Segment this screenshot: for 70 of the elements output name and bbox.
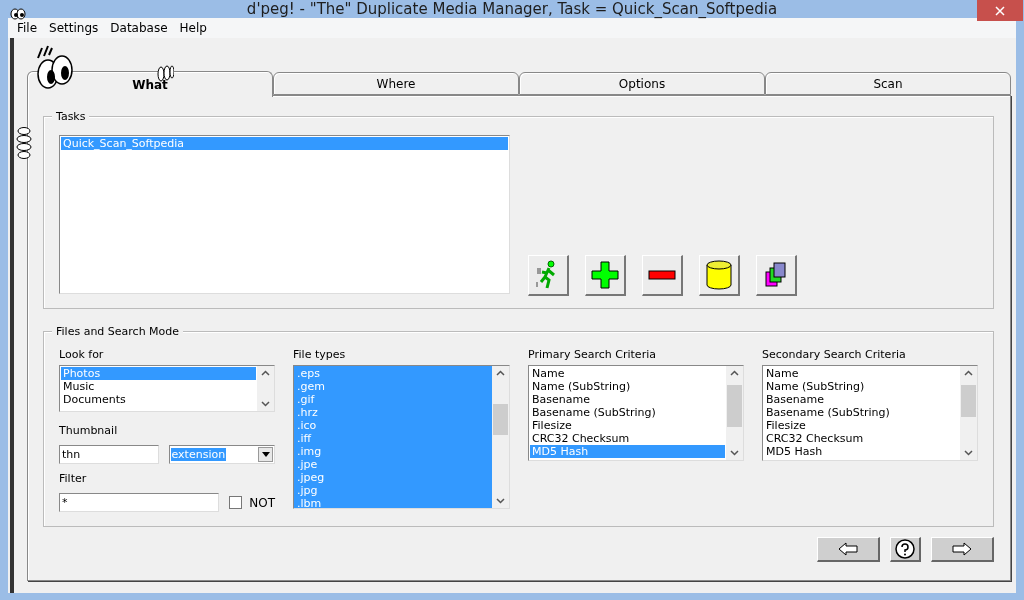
tab[interactable]: What <box>27 71 273 97</box>
checkbox-label: NOT <box>249 495 275 510</box>
right-arrow-icon <box>952 542 972 556</box>
list-item[interactable]: CRC32 Checksum <box>530 432 725 445</box>
list-box[interactable]: Photos Music Documents <box>59 365 275 412</box>
tab[interactable]: Scan <box>765 72 1011 95</box>
list-box[interactable]: Name Name (SubString) Basename Basename (SubString) Filesize CRC32 Checksum MD5 Hash <box>762 365 978 461</box>
tool-button[interactable] <box>642 255 683 296</box>
tab[interactable]: Options <box>519 72 765 95</box>
left-arrow-icon <box>838 542 858 556</box>
menu-item[interactable]: Database <box>104 21 174 35</box>
list-item[interactable]: Basename <box>764 393 959 406</box>
field-label: Filter <box>59 472 88 485</box>
scroll-down-icon[interactable] <box>730 450 739 456</box>
scroll-up-icon[interactable] <box>730 370 739 376</box>
group-title: Tasks <box>52 110 90 123</box>
list-item[interactable]: Name (SubString) <box>764 380 959 393</box>
list-item[interactable]: Basename (SubString) <box>764 406 959 419</box>
scrollbar[interactable] <box>726 366 743 460</box>
scroll-up-icon[interactable] <box>964 370 973 376</box>
scroll-down-icon[interactable] <box>496 498 505 504</box>
dropdown-arrow-icon <box>261 452 270 457</box>
list-item[interactable]: Filesize <box>530 419 725 432</box>
tab[interactable]: Where <box>273 72 519 95</box>
not-checkbox[interactable] <box>229 496 243 509</box>
help-icon <box>895 539 915 559</box>
field-label: Primary Search Criteria <box>528 348 657 361</box>
list-item[interactable]: Name <box>530 367 725 380</box>
scroll-up-icon[interactable] <box>496 370 505 376</box>
scrollbar[interactable] <box>960 366 977 460</box>
list-item[interactable]: Documents <box>61 393 256 406</box>
list-item[interactable]: Filesize <box>764 419 959 432</box>
close-icon <box>995 5 1005 16</box>
menu-item[interactable]: Help <box>173 21 213 35</box>
thumbnail-field[interactable]: thn <box>59 445 159 464</box>
field-label: Secondary Search Criteria <box>762 348 907 361</box>
field-label: File types <box>293 348 347 361</box>
menu-item[interactable]: Settings <box>43 21 105 35</box>
list-box[interactable]: Name Name (SubString) Basename Basename (SubString) Filesize CRC32 Checksum MD5 Hash <box>528 365 744 461</box>
nav-button[interactable] <box>890 537 921 562</box>
list-item[interactable]: MD5 Hash <box>764 445 959 458</box>
menu-item[interactable]: File <box>11 21 44 35</box>
list-item[interactable]: Name <box>764 367 959 380</box>
list-item[interactable]: Basename <box>530 393 725 406</box>
scroll-up-icon[interactable] <box>261 370 270 376</box>
list-item[interactable]: Name (SubString) <box>530 380 725 393</box>
filter-field[interactable]: * <box>59 493 220 512</box>
scroll-down-icon[interactable] <box>964 450 973 456</box>
hand-drawing <box>16 126 32 160</box>
scroll-thumb[interactable] <box>727 385 742 427</box>
minus-icon <box>648 270 676 280</box>
tool-button[interactable] <box>585 255 626 296</box>
tool-button[interactable] <box>756 255 797 296</box>
scroll-thumb[interactable] <box>493 404 508 435</box>
tool-button[interactable] <box>528 255 569 296</box>
tool-button[interactable] <box>699 255 740 296</box>
field-label: Thumbnail <box>59 424 119 437</box>
plus-icon <box>591 261 619 289</box>
documents-icon <box>765 262 787 288</box>
database-icon <box>706 260 732 290</box>
scroll-down-icon[interactable] <box>261 401 270 407</box>
scroll-thumb[interactable] <box>961 385 976 417</box>
scrollbar[interactable] <box>257 366 274 411</box>
list-item[interactable]: CRC32 Checksum <box>764 432 959 445</box>
list-item[interactable]: Basename (SubString) <box>530 406 725 419</box>
scrollbar[interactable] <box>492 366 509 508</box>
window-title: d'peg! - "The" Duplicate Media Manager, Task = Quick_Scan_Softpedia <box>246 0 778 18</box>
group-title: Files and Search Mode <box>52 325 184 338</box>
field-label: Look for <box>59 348 105 361</box>
list-item[interactable]: Music <box>61 380 256 393</box>
